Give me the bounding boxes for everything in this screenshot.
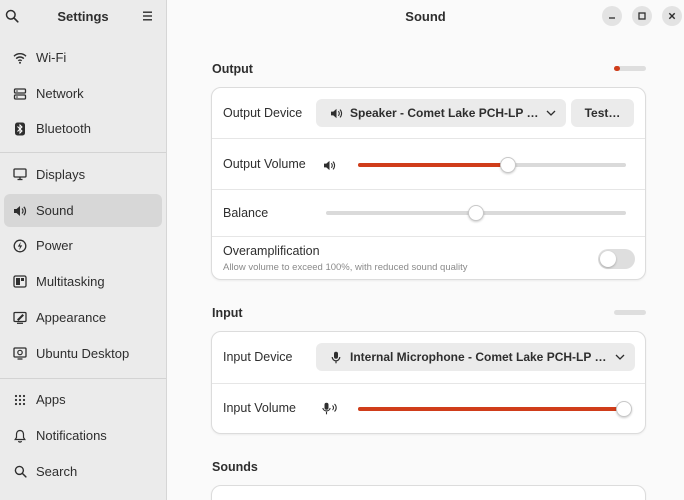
sidebar-item-sound[interactable]: Sound xyxy=(4,194,162,227)
close-icon xyxy=(668,12,676,20)
sidebar-item-label: Sound xyxy=(36,203,74,218)
output-device-value: Speaker - Comet Lake PCH-LP cAVS xyxy=(350,106,544,120)
input-volume-handle[interactable] xyxy=(616,401,632,417)
overamplification-label: Overamplification xyxy=(223,244,320,258)
microphone-icon xyxy=(326,351,346,364)
balance-label: Balance xyxy=(223,206,269,220)
input-device-value: Internal Microphone - Comet Lake PCH-LP … xyxy=(350,350,613,364)
speaker-volume-icon xyxy=(323,159,336,174)
chevron-down-icon xyxy=(544,110,558,116)
output-volume-fill xyxy=(358,163,509,167)
input-card: Input Device Internal Microphone - Comet… xyxy=(211,331,646,434)
output-volume-row: Output Volume xyxy=(212,139,645,189)
sounds-section-title: Sounds xyxy=(212,460,258,474)
sidebar-item-label: Network xyxy=(36,86,84,101)
output-volume-handle[interactable] xyxy=(500,157,517,173)
chevron-down-icon xyxy=(613,354,627,360)
maximize-icon xyxy=(638,12,646,20)
sidebar-item-label: Power xyxy=(36,238,73,253)
input-volume-fill xyxy=(358,407,624,411)
hamburger-menu-icon[interactable] xyxy=(141,10,155,22)
sidebar-divider xyxy=(0,152,166,153)
sidebar-item-label: Apps xyxy=(36,392,66,407)
sidebar-item-label: Wi-Fi xyxy=(36,50,67,65)
output-device-label: Output Device xyxy=(223,106,303,120)
overamplification-toggle[interactable] xyxy=(598,249,635,269)
minimize-icon xyxy=(609,17,615,19)
sidebar-item-label: Displays xyxy=(36,167,86,182)
output-level-meter xyxy=(614,66,646,71)
ubuntu-desktop-icon xyxy=(8,347,32,360)
search-icon xyxy=(8,465,32,478)
sidebar-item-label: Ubuntu Desktop xyxy=(36,346,130,361)
sidebar-item-label: Search xyxy=(36,464,78,479)
output-card: Output Device Speaker - Comet Lake PCH-L… xyxy=(211,87,646,280)
input-device-dropdown[interactable]: Internal Microphone - Comet Lake PCH-LP … xyxy=(316,343,635,371)
output-level-fill xyxy=(614,66,621,71)
multitasking-icon xyxy=(8,275,32,288)
output-section-title: Output xyxy=(212,62,253,76)
sidebar-item-label: Bluetooth xyxy=(36,121,91,136)
output-device-row: Output Device Speaker - Comet Lake PCH-L… xyxy=(212,88,645,138)
output-volume-label: Output Volume xyxy=(223,157,306,171)
speaker-icon xyxy=(326,108,346,119)
output-device-dropdown[interactable]: Speaker - Comet Lake PCH-LP cAVS xyxy=(316,99,566,127)
sidebar-divider xyxy=(0,378,166,379)
balance-handle[interactable] xyxy=(468,205,484,221)
sidebar-item-network[interactable]: Network xyxy=(4,77,162,110)
sidebar-item-label: Notifications xyxy=(36,428,107,443)
output-volume-slider[interactable] xyxy=(358,157,626,173)
overamplification-row: Overamplification Allow volume to exceed… xyxy=(212,237,645,281)
sidebar-item-multitasking[interactable]: Multitasking xyxy=(4,265,162,298)
input-volume-slider[interactable] xyxy=(358,401,632,417)
sidebar-item-search[interactable]: Search xyxy=(4,455,162,488)
input-device-row: Input Device Internal Microphone - Comet… xyxy=(212,332,645,383)
overamplification-description: Allow volume to exceed 100%, with reduce… xyxy=(223,262,468,273)
sidebar-item-appearance[interactable]: Appearance xyxy=(4,301,162,334)
toggle-knob xyxy=(600,251,616,267)
network-icon xyxy=(8,87,32,100)
balance-slider[interactable] xyxy=(326,205,626,221)
sidebar-item-label: Multitasking xyxy=(36,274,105,289)
wifi-icon xyxy=(8,52,32,64)
sidebar-item-bluetooth[interactable]: Bluetooth xyxy=(4,112,162,145)
sidebar-item-ubuntu-desktop[interactable]: Ubuntu Desktop xyxy=(4,337,162,370)
sidebar: Settings Wi-Fi Network Bluetooth Display… xyxy=(0,0,167,500)
bluetooth-icon xyxy=(8,122,32,136)
input-section-title: Input xyxy=(212,306,243,320)
microphone-sensitivity-icon xyxy=(322,402,338,418)
input-volume-label: Input Volume xyxy=(223,401,296,415)
sound-icon xyxy=(8,205,32,217)
apps-icon xyxy=(8,394,32,406)
input-device-label: Input Device xyxy=(223,350,293,364)
power-icon xyxy=(8,239,32,253)
sidebar-item-wifi[interactable]: Wi-Fi xyxy=(4,41,162,74)
minimize-button[interactable] xyxy=(602,6,622,26)
display-icon xyxy=(8,168,32,181)
bell-icon xyxy=(8,429,32,443)
input-volume-row: Input Volume xyxy=(212,384,645,434)
maximize-button[interactable] xyxy=(632,6,652,26)
balance-row: Balance xyxy=(212,190,645,236)
test-button[interactable]: Test… xyxy=(571,99,634,127)
sidebar-item-power[interactable]: Power xyxy=(4,229,162,262)
input-level-meter xyxy=(614,310,646,315)
sidebar-item-apps[interactable]: Apps xyxy=(4,383,162,416)
sidebar-item-label: Appearance xyxy=(36,310,107,325)
sidebar-header: Settings xyxy=(0,0,166,34)
appearance-icon xyxy=(8,311,32,324)
sounds-card xyxy=(211,485,646,500)
sidebar-item-displays[interactable]: Displays xyxy=(4,158,162,191)
sidebar-item-notifications[interactable]: Notifications xyxy=(4,419,162,452)
close-button[interactable] xyxy=(662,6,682,26)
